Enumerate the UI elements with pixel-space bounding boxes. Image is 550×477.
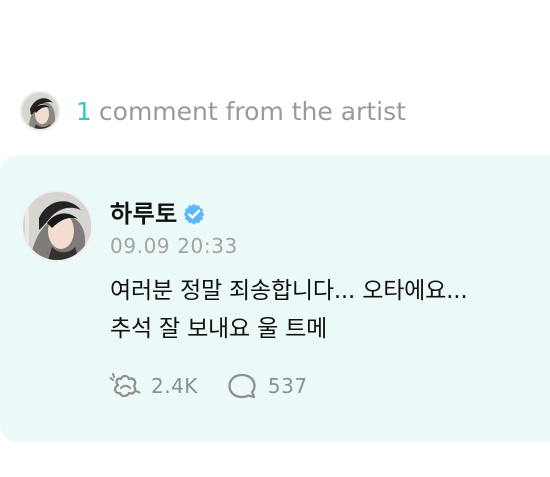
verified-badge-icon — [182, 202, 207, 227]
reaction-button[interactable]: 2.4K — [108, 371, 198, 401]
artist-name[interactable]: 하루토 — [110, 202, 178, 226]
artist-comment-label: comment from the artist — [98, 96, 406, 126]
reaction-icon — [108, 371, 142, 401]
artist-comments-title: 1 comment from the artist — [76, 99, 406, 124]
reaction-count: 2.4K — [151, 374, 198, 398]
artist-comments-header: 1 comment from the artist — [20, 90, 406, 132]
comment-actions: 2.4K 537 — [108, 370, 308, 402]
artist-comment-card[interactable]: 하루토 09.09 20:33 여러분 정말 죄송합니다... 오타에요... … — [0, 155, 550, 442]
comment-timestamp: 09.09 20:33 — [110, 234, 238, 258]
comment-text: 여러분 정말 죄송합니다... 오타에요... 추석 잘 보내요 울 트메 — [110, 272, 545, 348]
artist-name-row: 하루토 — [110, 197, 207, 231]
comment-line-2: 추석 잘 보내요 울 트메 — [110, 316, 328, 342]
reply-count: 537 — [267, 374, 308, 398]
artist-avatar-small[interactable] — [20, 91, 60, 131]
comment-line-1: 여러분 정말 죄송합니다... 오타에요... — [110, 278, 468, 304]
artist-avatar[interactable] — [21, 190, 93, 262]
artist-comment-count: 1 — [76, 96, 92, 126]
reply-button[interactable]: 537 — [225, 371, 308, 401]
comment-bubble-icon — [225, 371, 259, 401]
